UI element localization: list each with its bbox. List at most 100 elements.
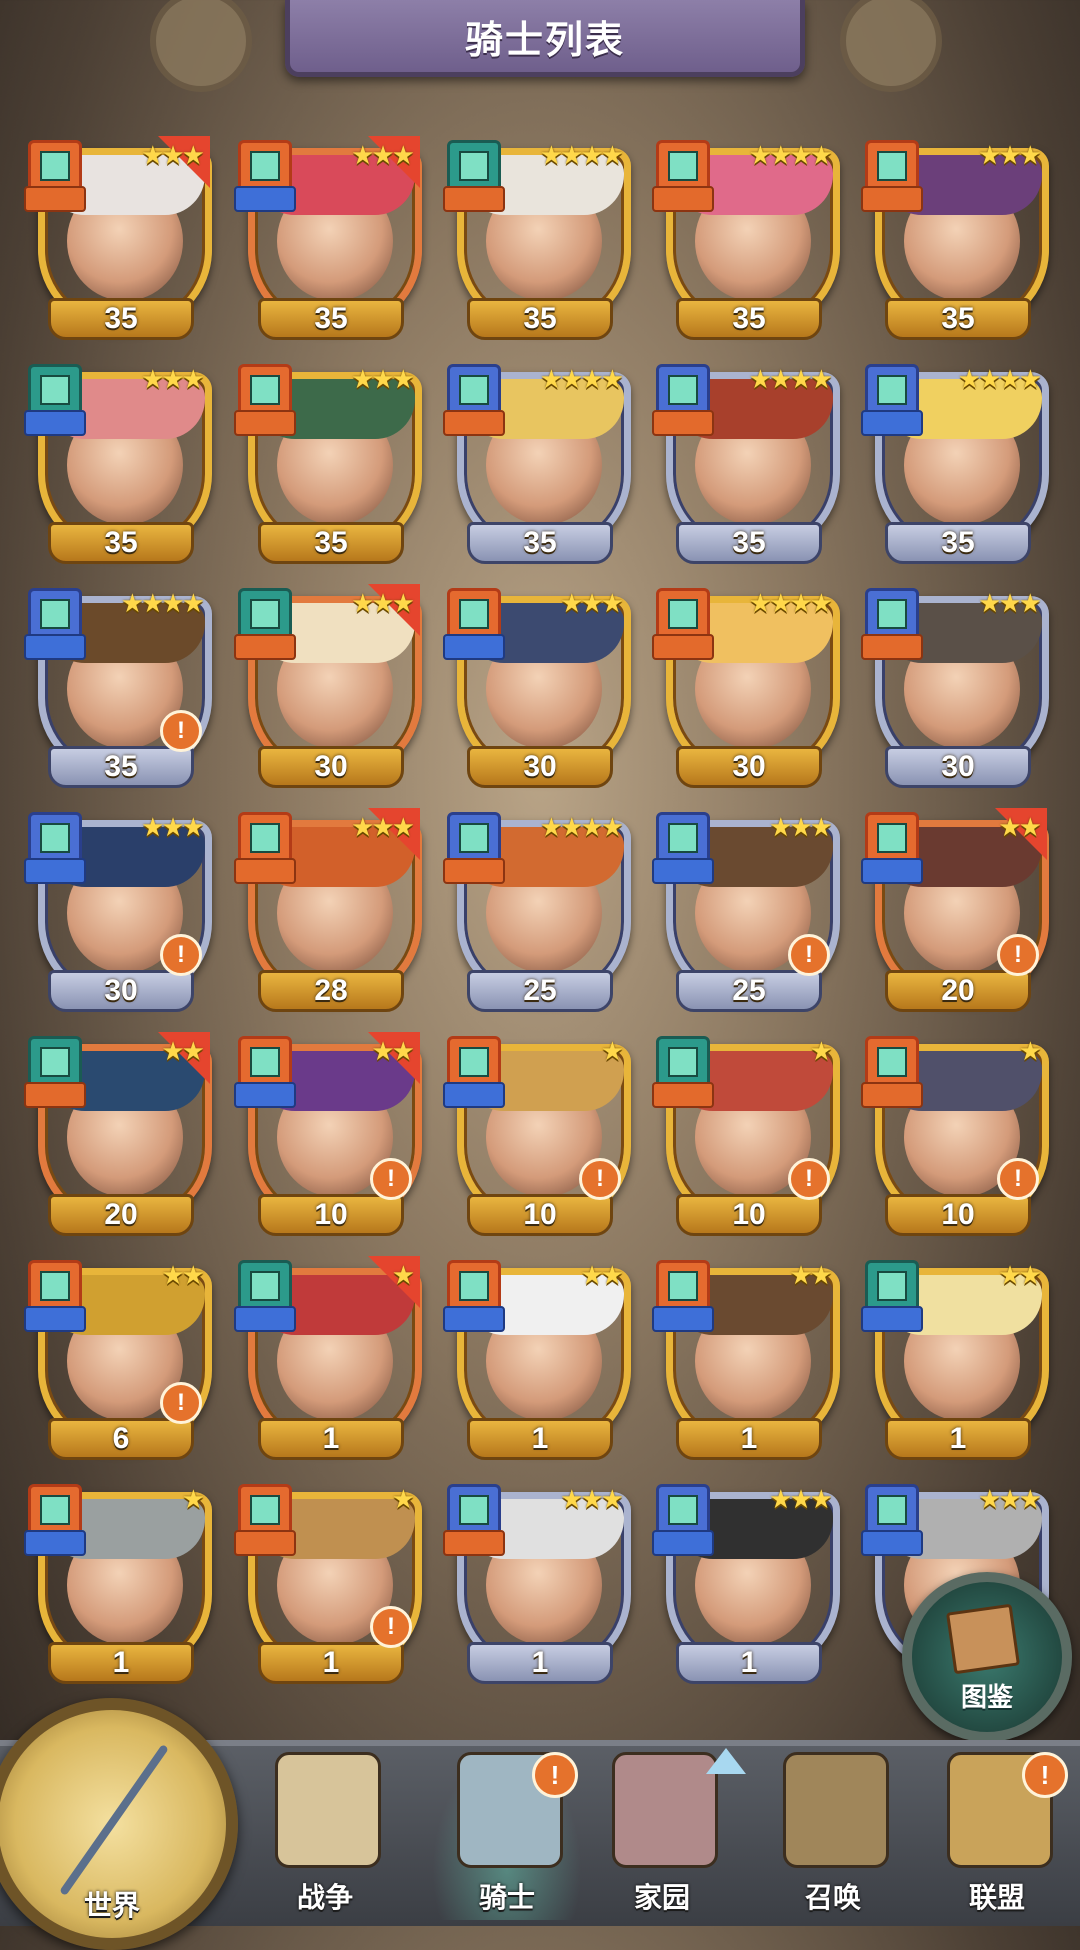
knight-card[interactable]: ★ 1 [24,1484,212,1684]
alert-icon: ! [370,1158,412,1200]
nav-label-alliance: 联盟 [968,1882,1025,1913]
level-ribbon: 30 [885,746,1031,788]
role-tag-icon [443,858,505,884]
level-ribbon: 35 [467,522,613,564]
knight-card[interactable]: ★★ 1 [652,1260,840,1460]
level-ribbon: 25 [467,970,613,1012]
knight-card[interactable]: ★★ 6! [24,1260,212,1460]
level-ribbon: 35 [48,298,194,340]
knight-card[interactable]: ★★ 20 [24,1032,212,1236]
knight-card[interactable]: ★★★★ 35 [652,140,840,340]
knight-card[interactable]: ★★★ 1 [652,1484,840,1684]
star-rating: ★★ [998,812,1042,842]
role-tag-icon [861,858,923,884]
level-ribbon: 35 [676,298,822,340]
map-icon [275,1752,381,1868]
role-tag-icon [652,410,714,436]
knight-level: 1 [740,1646,758,1679]
star-rating: ★★★ [978,588,1042,618]
knight-card[interactable]: ★★★ 30 [443,588,631,788]
level-ribbon: 1 [467,1418,613,1460]
knight-level: 28 [314,974,348,1007]
nav-war[interactable]: 战争 [250,1752,400,1920]
knight-card[interactable]: ★★★ 30 [234,584,422,788]
star-rating: ★★ [789,1260,833,1290]
nav-label-summon: 召唤 [804,1882,861,1913]
knight-card[interactable]: ★ 1! [234,1484,422,1684]
nav-summon[interactable]: 召唤 [758,1752,908,1920]
level-ribbon: 30 [258,746,404,788]
level-ribbon: 35 [467,298,613,340]
knight-card[interactable]: ★★★★ 35 [443,364,631,564]
knight-card[interactable]: ★★ 20! [861,808,1049,1012]
knight-card[interactable]: ★★★★ 30 [652,588,840,788]
class-block-icon [28,1260,82,1312]
level-ribbon: 35 [258,522,404,564]
knight-card[interactable]: ★★★ 35 [24,364,212,564]
knight-card[interactable]: ★★ 1 [861,1260,1049,1460]
knight-card[interactable]: ★★★ 35 [234,136,422,340]
world-button[interactable]: 世界 [0,1698,238,1950]
knight-card[interactable]: ★★★ 30 [861,588,1049,788]
class-block-icon [447,588,501,640]
level-ribbon: 35 [258,298,404,340]
knight-card[interactable]: ★ 10! [443,1036,631,1236]
knight-card[interactable]: ★★ 10! [234,1032,422,1236]
knight-card[interactable]: ★★★ 30! [24,812,212,1012]
nav-alliance[interactable]: ! 联盟 [922,1752,1072,1920]
level-ribbon: 10 [885,1194,1031,1236]
level-ribbon: 20 [885,970,1031,1012]
role-tag-icon [861,1530,923,1556]
star-rating: ★★★ [978,140,1042,170]
alert-icon: ! [788,934,830,976]
star-rating: ★★★★ [539,140,624,170]
knight-level: 20 [104,1198,138,1231]
knight-card[interactable]: ★★★ 35 [24,136,212,340]
knight-level: 35 [941,526,975,559]
star-rating: ★★ [161,1036,205,1066]
nav-home[interactable]: 家园 [587,1752,737,1920]
knight-card[interactable]: ★★★ 25! [652,812,840,1012]
class-block-icon [656,1036,710,1088]
nav-label-world: 世界 [83,1890,140,1921]
knight-level: 1 [112,1646,130,1679]
decorative-gear-left-icon [150,0,252,92]
knight-card[interactable]: ★ 1 [234,1256,422,1460]
star-rating: ★★★★ [748,588,833,618]
nav-knight[interactable]: ! 骑士 [432,1752,582,1920]
knight-card[interactable]: ★★★★ 35 [861,364,1049,564]
class-block-icon [656,140,710,192]
class-block-icon [28,1484,82,1536]
knight-card[interactable]: ★★★★ 35! [24,588,212,788]
knight-card[interactable]: ★★ 1 [443,1260,631,1460]
alert-icon: ! [788,1158,830,1200]
star-rating: ★★★ [560,588,624,618]
knight-level: 35 [732,526,766,559]
knight-card[interactable]: ★★★★ 25 [443,812,631,1012]
page-title-banner: 骑士列表 [285,0,805,77]
role-tag-icon [234,410,296,436]
level-ribbon: 35 [885,298,1031,340]
nav-alliance-alert-icon: ! [1022,1752,1068,1798]
role-tag-icon [24,1082,86,1108]
knight-card[interactable]: ★★★ 28 [234,808,422,1012]
knight-card[interactable]: ★★★★ 35 [652,364,840,564]
page-title: 骑士列表 [464,19,625,62]
knight-level: 35 [732,302,766,335]
knight-card[interactable]: ★ 10! [652,1036,840,1236]
knight-card[interactable]: ★★★ 35 [861,140,1049,340]
knight-card[interactable]: ★★★★ 35 [443,140,631,340]
star-rating: ★★★ [141,812,205,842]
codex-button[interactable]: 图鉴 [902,1572,1072,1742]
class-block-icon [656,812,710,864]
knight-level: 30 [314,750,348,783]
role-tag-icon [443,1306,505,1332]
class-block-icon [28,140,82,192]
knight-card[interactable]: ★ 10! [861,1036,1049,1236]
role-tag-icon [443,186,505,212]
role-tag-icon [861,1306,923,1332]
knight-card[interactable]: ★★★ 1 [443,1484,631,1684]
level-ribbon: 30 [676,746,822,788]
class-block-icon [865,1260,919,1312]
knight-card[interactable]: ★★★ 35 [234,364,422,564]
